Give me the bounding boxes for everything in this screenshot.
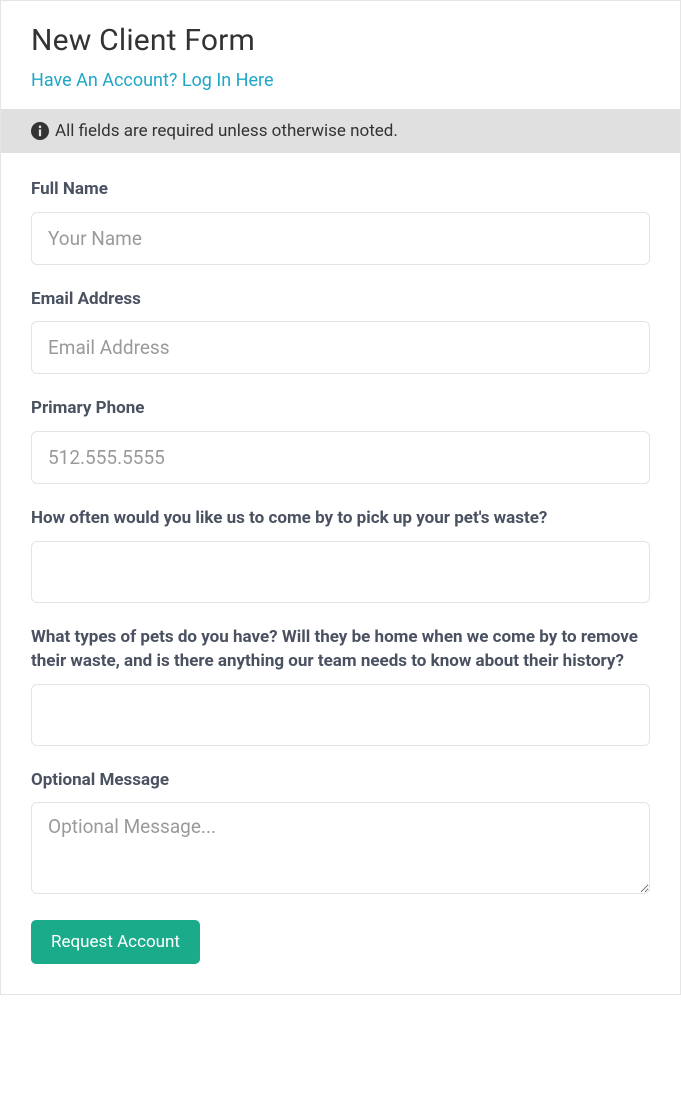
message-group: Optional Message (31, 768, 650, 899)
email-input[interactable] (31, 321, 650, 374)
required-fields-notice: All fields are required unless otherwise… (1, 109, 680, 153)
full-name-group: Full Name (31, 177, 650, 265)
info-icon (31, 122, 49, 140)
form-header: New Client Form Have An Account? Log In … (1, 1, 680, 109)
full-name-input[interactable] (31, 212, 650, 265)
form-body: Full Name Email Address Primary Phone Ho… (1, 153, 680, 964)
frequency-input[interactable] (31, 541, 650, 603)
full-name-label: Full Name (31, 177, 650, 202)
login-link[interactable]: Have An Account? Log In Here (31, 70, 274, 91)
pets-group: What types of pets do you have? Will the… (31, 625, 650, 746)
frequency-label: How often would you like us to come by t… (31, 506, 650, 531)
request-account-button[interactable]: Request Account (31, 920, 200, 964)
new-client-form-card: New Client Form Have An Account? Log In … (0, 0, 681, 995)
message-textarea[interactable] (31, 802, 650, 894)
phone-input[interactable] (31, 431, 650, 484)
phone-group: Primary Phone (31, 396, 650, 484)
notice-text: All fields are required unless otherwise… (55, 121, 398, 141)
email-group: Email Address (31, 287, 650, 375)
pets-input[interactable] (31, 684, 650, 746)
message-label: Optional Message (31, 768, 650, 793)
frequency-group: How often would you like us to come by t… (31, 506, 650, 603)
pets-label: What types of pets do you have? Will the… (31, 625, 650, 674)
page-title: New Client Form (31, 23, 650, 58)
phone-label: Primary Phone (31, 396, 650, 421)
email-label: Email Address (31, 287, 650, 312)
